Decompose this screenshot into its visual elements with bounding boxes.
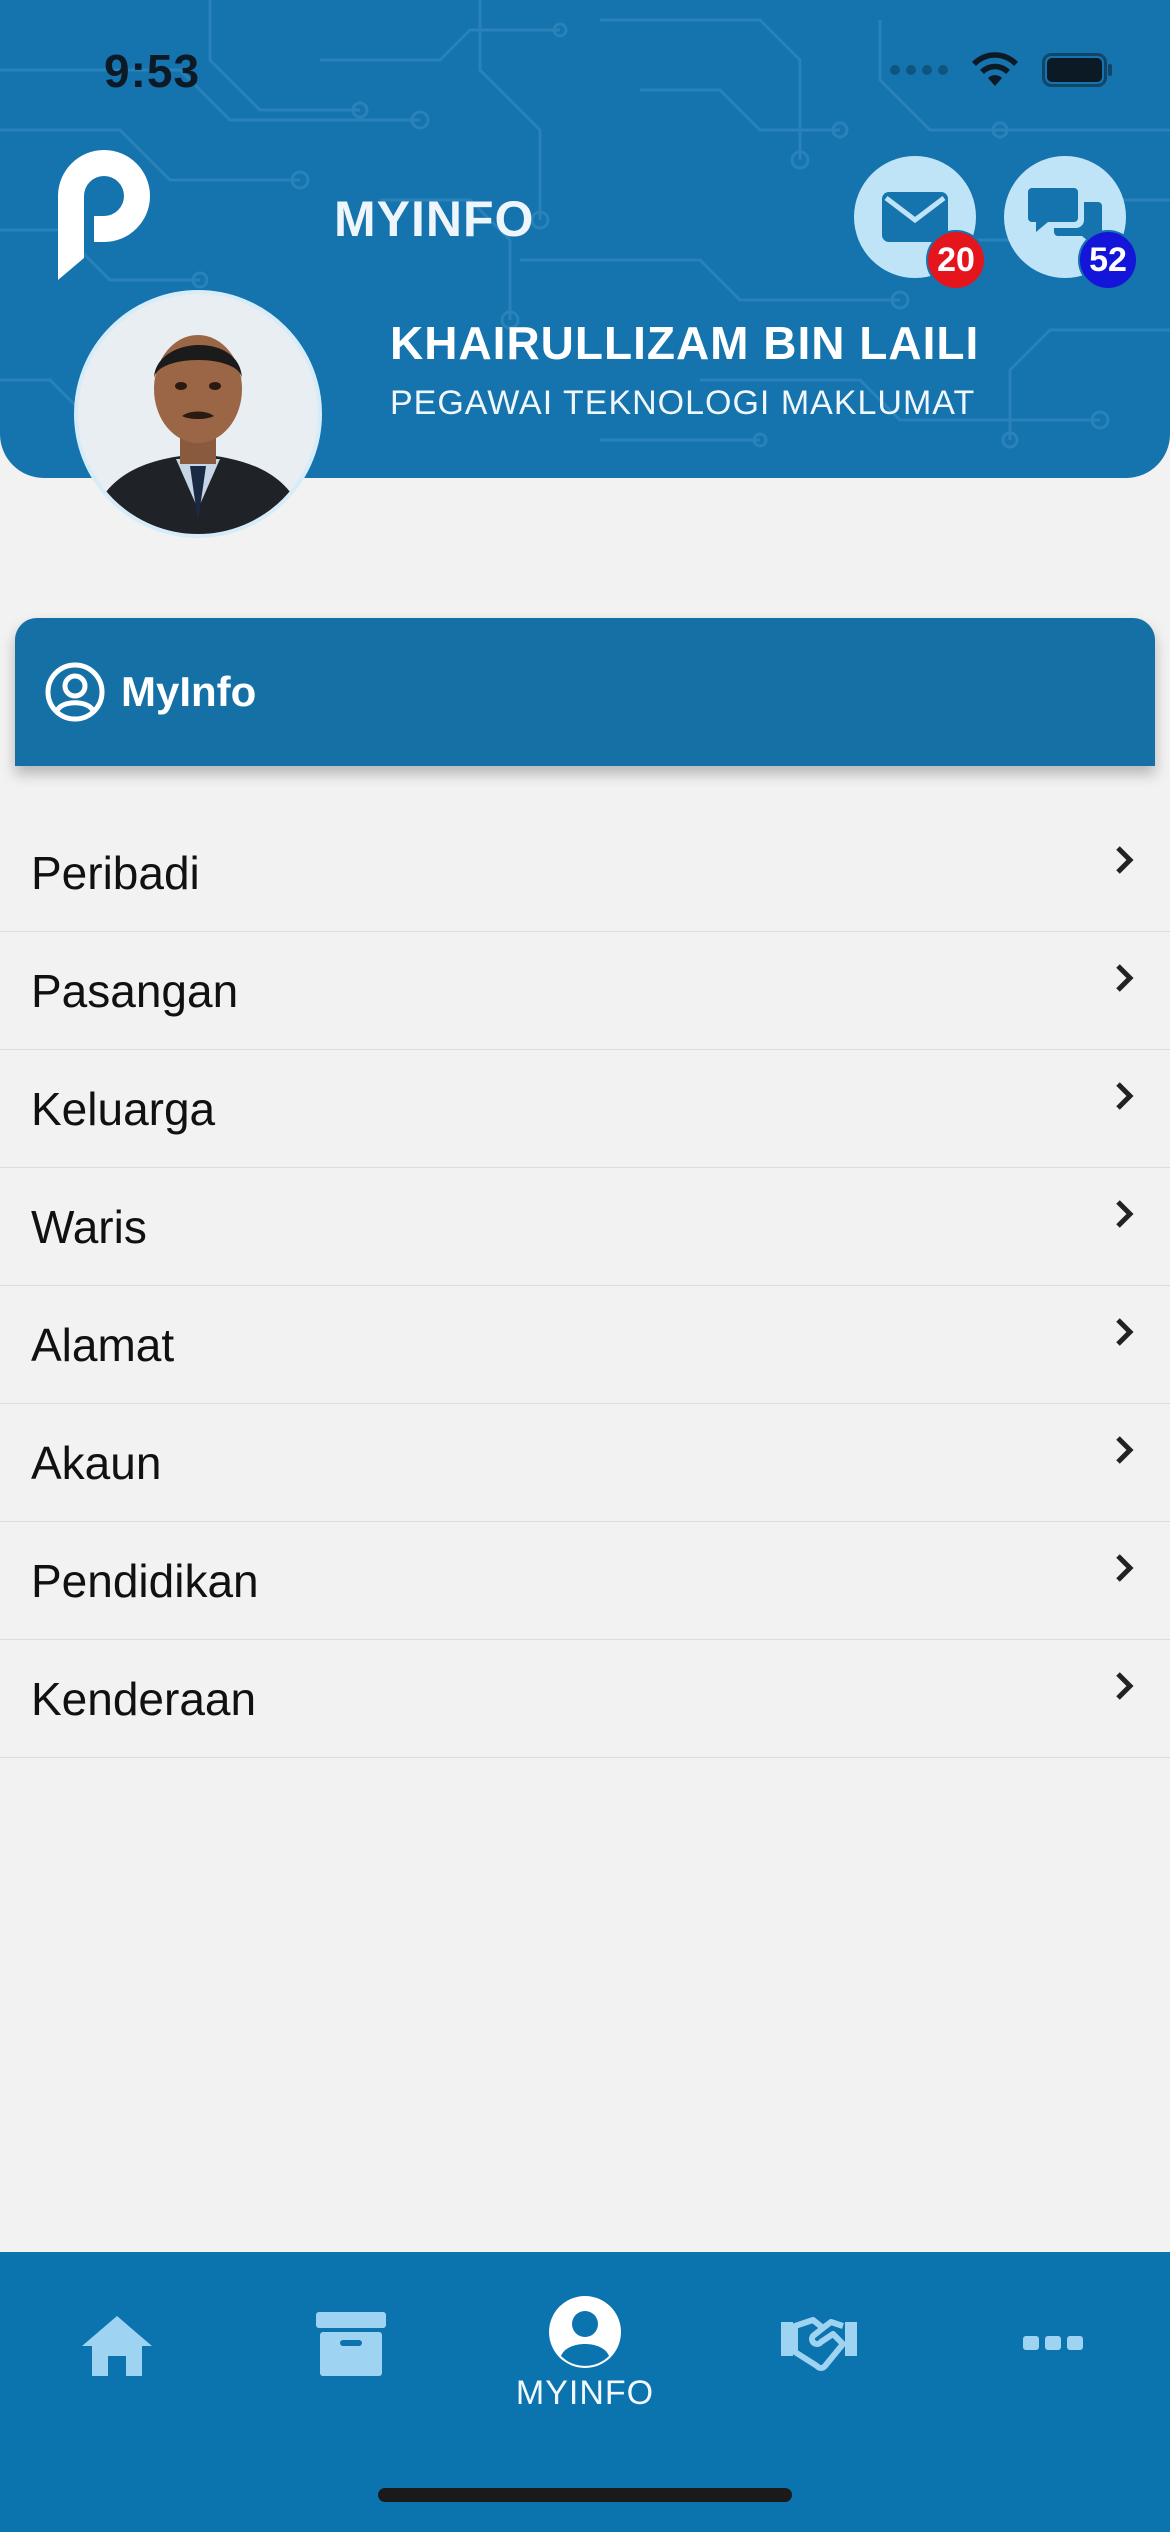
menu-item-label: Keluarga: [31, 1083, 216, 1135]
home-icon: [82, 2316, 152, 2376]
menu-item-label: Pasangan: [31, 965, 239, 1017]
tab-label: MYINFO: [515, 2374, 655, 2412]
menu-item-keluarga[interactable]: Keluarga: [0, 1050, 1170, 1168]
chevron-right-icon: [1116, 1200, 1134, 1228]
chevron-right-icon: [1116, 1082, 1134, 1110]
user-position: PEGAWAI TEKNOLOGI MAKLUMAT: [390, 384, 976, 422]
user-circle-icon: [45, 662, 105, 722]
menu-item-kenderaan[interactable]: Kenderaan: [0, 1640, 1170, 1758]
menu-item-label: Pendidikan: [31, 1555, 259, 1607]
tab-home[interactable]: [42, 2312, 192, 2442]
status-bar-icons: [890, 52, 1114, 88]
chevron-right-icon: [1116, 1672, 1134, 1700]
menu-item-alamat[interactable]: Alamat: [0, 1286, 1170, 1404]
menu-item-label: Kenderaan: [31, 1673, 257, 1725]
myinfo-section-header: MyInfo: [15, 618, 1155, 766]
chevron-right-icon: [1116, 1554, 1134, 1582]
menu-item-peribadi[interactable]: Peribadi: [0, 814, 1170, 932]
menu-item-label: Alamat: [31, 1319, 175, 1371]
myinfo-menu-list: Peribadi Pasangan Keluarga Waris Alamat …: [0, 814, 1170, 1758]
menu-item-pasangan[interactable]: Pasangan: [0, 932, 1170, 1050]
cellular-signal-icon: [890, 65, 948, 75]
handshake-icon: [781, 2317, 857, 2371]
menu-item-label: Akaun: [31, 1437, 162, 1489]
app-title: MYINFO: [334, 191, 535, 247]
tab-more[interactable]: [978, 2312, 1128, 2442]
wifi-icon: [970, 52, 1020, 88]
battery-icon: [1042, 53, 1114, 87]
user-name: KHAIRULLIZAM BIN LAILI: [390, 317, 980, 369]
mail-count-badge: 20: [926, 230, 986, 290]
chevron-right-icon: [1116, 846, 1134, 874]
tab-handshake[interactable]: [744, 2312, 894, 2442]
chevron-right-icon: [1116, 1318, 1134, 1346]
menu-item-label: Waris: [31, 1201, 147, 1253]
archive-icon: [316, 2312, 386, 2376]
home-indicator: [378, 2488, 792, 2502]
app-logo-icon: [58, 150, 150, 280]
chevron-right-icon: [1116, 1436, 1134, 1464]
chat-count-badge: 52: [1078, 230, 1138, 290]
status-bar-time: 9:53: [104, 45, 201, 97]
chevron-right-icon: [1116, 964, 1134, 992]
menu-item-pendidikan[interactable]: Pendidikan: [0, 1522, 1170, 1640]
user-avatar[interactable]: [74, 290, 322, 538]
more-icon: [1023, 2336, 1083, 2350]
tab-archive[interactable]: [276, 2312, 426, 2442]
menu-item-waris[interactable]: Waris: [0, 1168, 1170, 1286]
tab-myinfo[interactable]: MYINFO: [510, 2294, 660, 2424]
user-circle-icon: [549, 2296, 621, 2368]
menu-item-akaun[interactable]: Akaun: [0, 1404, 1170, 1522]
menu-item-label: Peribadi: [31, 847, 200, 899]
section-title: MyInfo: [121, 668, 257, 715]
